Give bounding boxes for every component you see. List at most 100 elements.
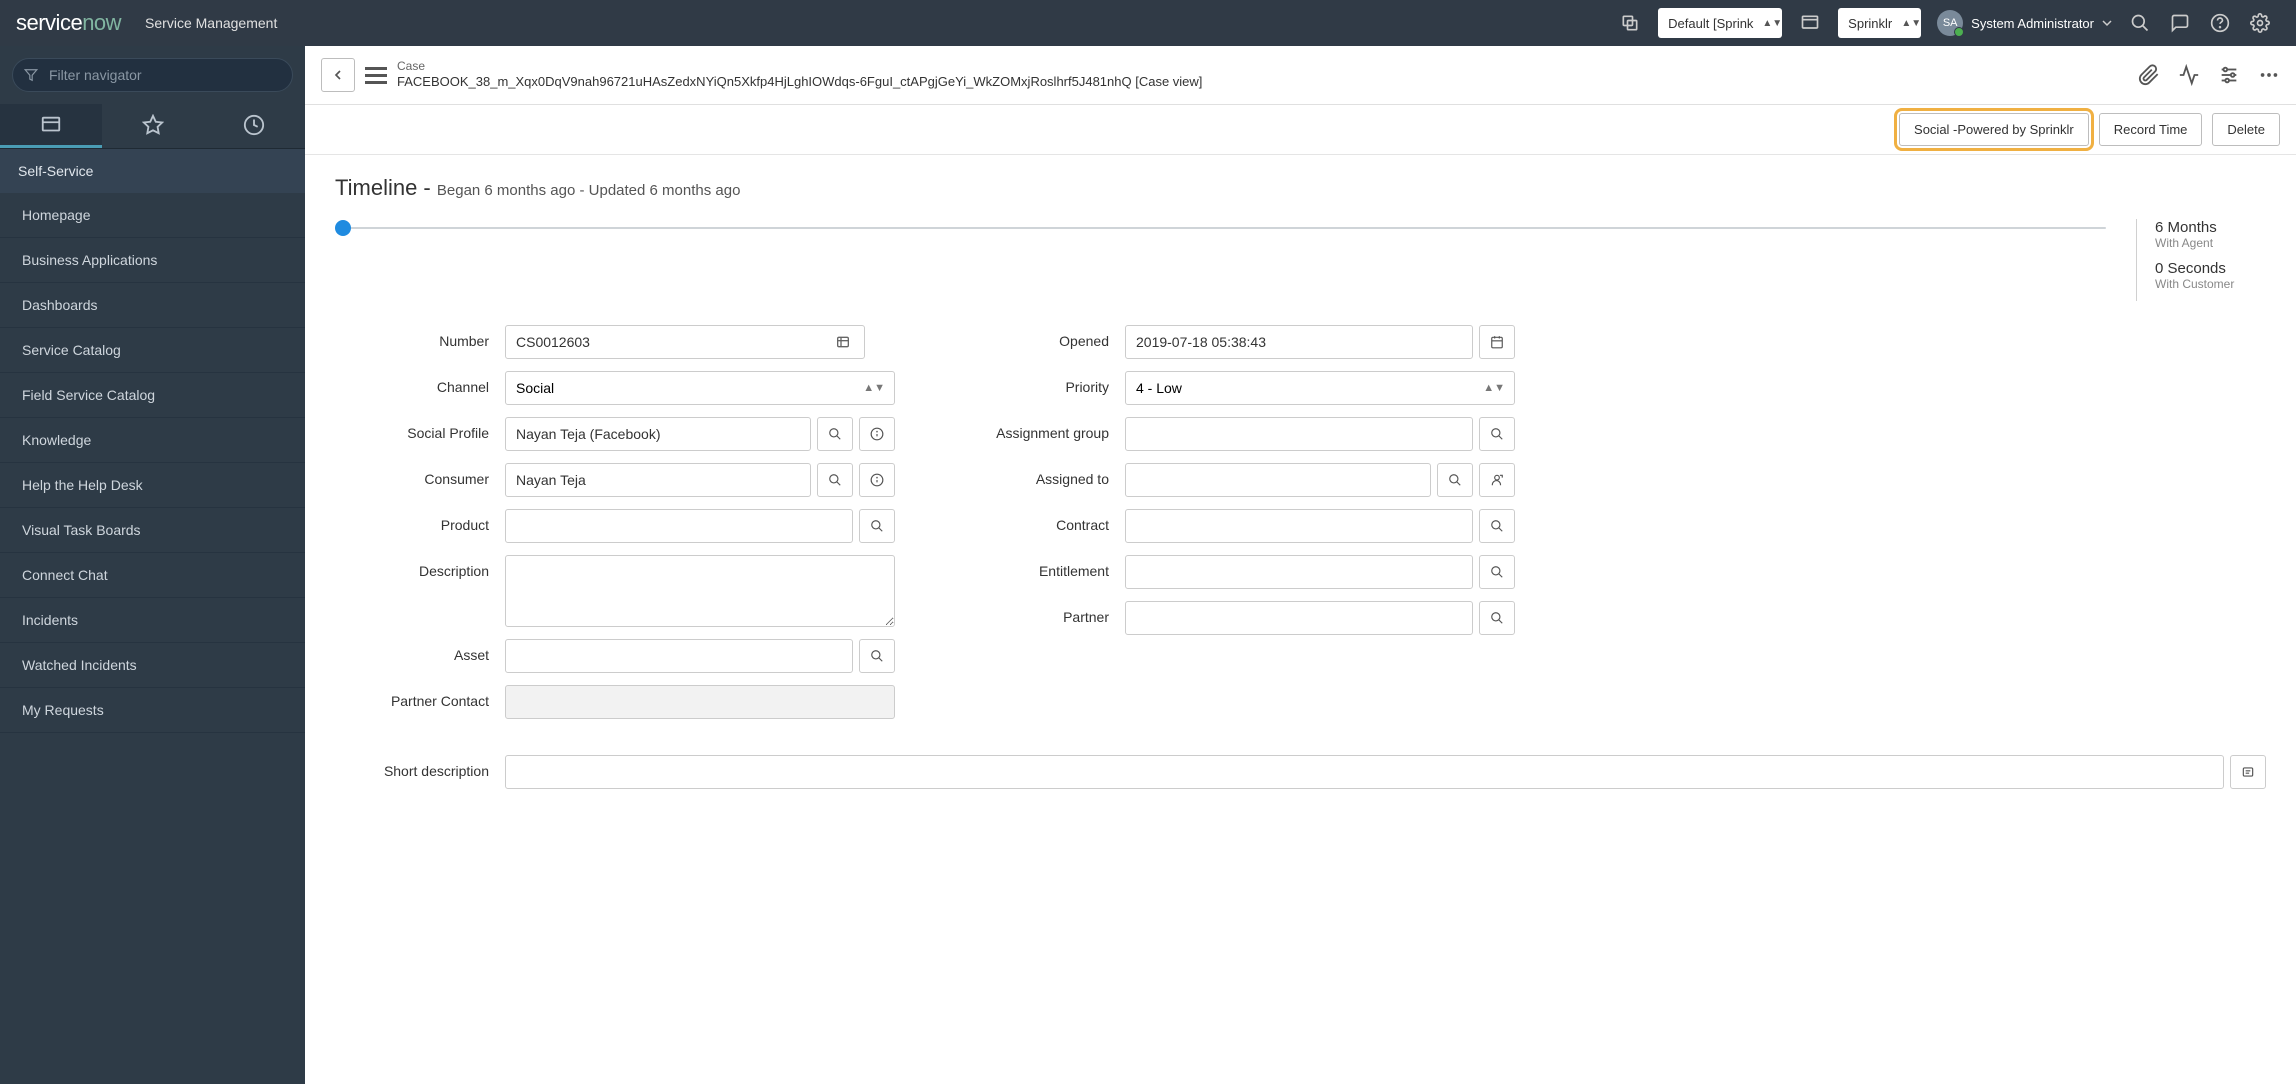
chat-icon[interactable] [2160,3,2200,43]
global-header: servicenow Service Management Default [S… [0,0,2296,46]
nav-item-watched-incidents[interactable]: Watched Incidents [0,643,305,688]
help-icon[interactable] [2200,3,2240,43]
label-consumer: Consumer [335,463,505,487]
more-options-icon[interactable] [2258,64,2280,86]
contract-field[interactable] [1125,509,1473,543]
copy-icon[interactable] [1610,3,1650,43]
timeline-meta: 6 Months With Agent 0 Seconds With Custo… [2136,219,2266,301]
product-field[interactable] [505,509,853,543]
nav-tab-favorites[interactable] [102,104,204,148]
opened-calendar-icon[interactable] [1479,325,1515,359]
nav-item-service-catalog[interactable]: Service Catalog [0,328,305,373]
nav-section-self-service[interactable]: Self-Service [0,149,305,193]
assigned-to-lookup-icon[interactable] [1437,463,1473,497]
partner-field[interactable] [1125,601,1473,635]
record-header: Case FACEBOOK_38_m_Xqx0DqV9nah96721uHAsZ… [305,46,2296,105]
search-icon[interactable] [2120,3,2160,43]
label-social-profile: Social Profile [335,417,505,441]
entitlement-field[interactable] [1125,555,1473,589]
funnel-icon [24,68,38,82]
chevron-down-icon [2102,18,2112,28]
opened-field[interactable] [1125,325,1473,359]
agent-duration: 6 Months [2155,219,2266,236]
record-type-label: Case [397,59,1202,75]
contract-lookup-icon[interactable] [1479,509,1515,543]
assign-to-me-icon[interactable] [1479,463,1515,497]
nav-item-field-service-catalog[interactable]: Field Service Catalog [0,373,305,418]
filter-navigator-input[interactable] [12,58,293,92]
label-opened: Opened [955,325,1125,349]
social-profile-lookup-icon[interactable] [817,417,853,451]
activity-icon[interactable] [2178,64,2200,86]
label-short-description: Short description [335,755,505,779]
nav-item-incidents[interactable]: Incidents [0,598,305,643]
description-field[interactable] [505,555,895,627]
gear-icon[interactable] [2240,3,2280,43]
nav-item-knowledge[interactable]: Knowledge [0,418,305,463]
consumer-lookup-icon[interactable] [817,463,853,497]
short-description-suggest-icon[interactable] [2230,755,2266,789]
back-button[interactable] [321,58,355,92]
partner-contact-field [505,685,895,719]
user-menu[interactable]: SA System Administrator [1937,10,2112,36]
number-lock-icon[interactable] [831,325,855,359]
timeline-title: Timeline - Began 6 months ago - Updated … [335,175,2266,201]
label-asset: Asset [335,639,505,663]
label-product: Product [335,509,505,533]
form-area: Number Channel Social ▲▼ [305,301,2296,755]
assigned-to-field[interactable] [1125,463,1431,497]
priority-select[interactable]: 4 - Low [1125,371,1515,405]
app-name: Service Management [145,15,277,31]
action-row: Social -Powered by Sprinklr Record Time … [305,105,2296,154]
personalize-icon[interactable] [2218,64,2240,86]
record-time-button[interactable]: Record Time [2099,113,2203,146]
partner-lookup-icon[interactable] [1479,601,1515,635]
product-lookup-icon[interactable] [859,509,895,543]
nav-item-dashboards[interactable]: Dashboards [0,283,305,328]
social-profile-field[interactable] [505,417,811,451]
assignment-group-lookup-icon[interactable] [1479,417,1515,451]
nav-item-homepage[interactable]: Homepage [0,193,305,238]
short-description-field[interactable] [505,755,2224,789]
form-menu-button[interactable] [365,67,387,84]
label-number: Number [335,325,505,349]
update-set-picker[interactable]: Default [Sprink [1658,8,1782,38]
delete-button[interactable]: Delete [2212,113,2280,146]
nav-item-visual-task-boards[interactable]: Visual Task Boards [0,508,305,553]
logo[interactable]: servicenow [16,10,121,36]
label-description: Description [335,555,505,579]
nav-item-connect-chat[interactable]: Connect Chat [0,553,305,598]
attachment-icon[interactable] [2138,64,2160,86]
agent-label: With Agent [2155,236,2266,250]
label-assignment-group: Assignment group [955,417,1125,441]
channel-select[interactable]: Social [505,371,895,405]
application-icon[interactable] [1790,3,1830,43]
record-identifier: FACEBOOK_38_m_Xqx0DqV9nah96721uHAsZedxNY… [397,74,1202,91]
timeline-title-text: Timeline - [335,175,437,200]
consumer-info-icon[interactable] [859,463,895,497]
form-right-column: Opened Priority 4 - Low ▲▼ Assignment gr… [955,325,1515,731]
social-sprinklr-button[interactable]: Social -Powered by Sprinklr [1899,113,2089,146]
social-profile-info-icon[interactable] [859,417,895,451]
timeline-bar[interactable] [335,227,2106,229]
label-assigned-to: Assigned to [955,463,1125,487]
label-partner: Partner [955,601,1125,625]
nav-item-my-requests[interactable]: My Requests [0,688,305,733]
content-area: Case FACEBOOK_38_m_Xqx0DqV9nah96721uHAsZ… [305,46,2296,1084]
timeline-marker[interactable] [335,220,351,236]
form-left-column: Number Channel Social ▲▼ [335,325,895,731]
application-picker[interactable]: Sprinklr [1838,8,1921,38]
label-channel: Channel [335,371,505,395]
asset-lookup-icon[interactable] [859,639,895,673]
nav-item-business-applications[interactable]: Business Applications [0,238,305,283]
nav-item-help-desk[interactable]: Help the Help Desk [0,463,305,508]
number-field[interactable] [505,325,865,359]
nav-tab-all[interactable] [0,104,102,148]
entitlement-lookup-icon[interactable] [1479,555,1515,589]
timeline-subtitle: Began 6 months ago - Updated 6 months ag… [437,182,741,199]
nav-tab-history[interactable] [203,104,305,148]
asset-field[interactable] [505,639,853,673]
assignment-group-field[interactable] [1125,417,1473,451]
consumer-field[interactable] [505,463,811,497]
customer-label: With Customer [2155,277,2266,291]
